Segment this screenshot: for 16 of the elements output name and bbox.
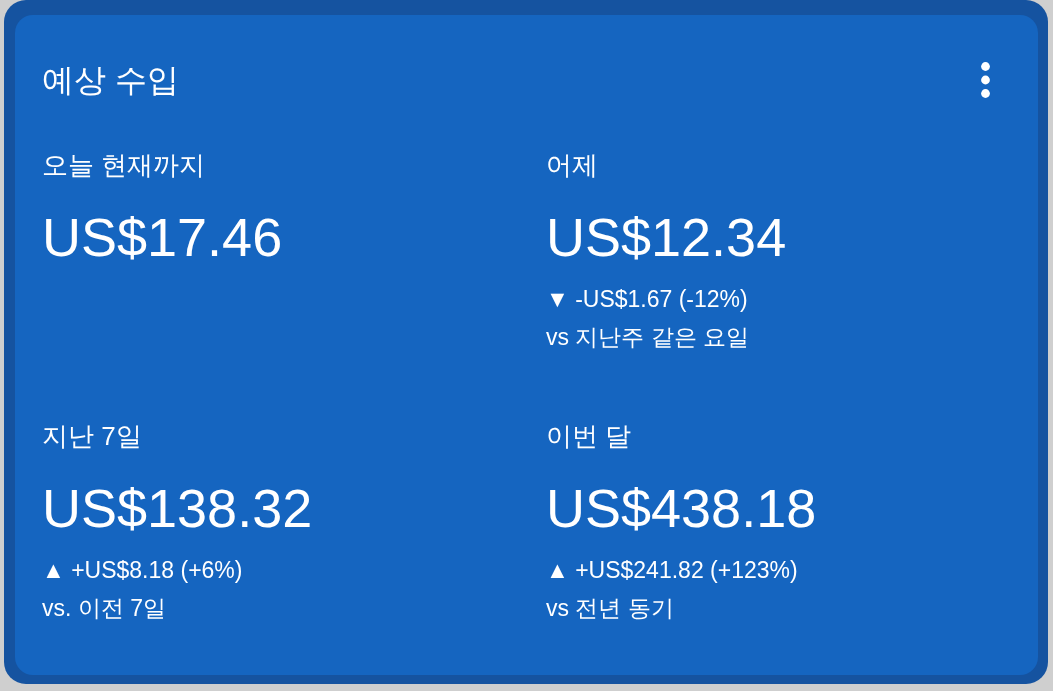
comparison-text: vs 지난주 같은 요일 — [546, 323, 750, 352]
stat-value: US$12.34 — [546, 206, 787, 269]
stat-label: 오늘 현재까지 — [42, 149, 206, 181]
comparison-text: vs 전년 동기 — [546, 594, 674, 623]
change-text: ▲ +US$241.82 (+123%) — [546, 556, 798, 585]
stat-label: 어제 — [546, 149, 598, 181]
stat-label: 이번 달 — [546, 420, 632, 452]
change-text: ▲ +US$8.18 (+6%) — [42, 556, 243, 585]
stat-value: US$138.32 — [42, 477, 313, 540]
card-title: 예상 수입 — [42, 61, 179, 100]
stat-value: US$17.46 — [42, 206, 283, 269]
stat-value: US$438.18 — [546, 477, 817, 540]
more-menu-icon[interactable] — [981, 62, 990, 98]
comparison-text: vs. 이전 7일 — [42, 594, 166, 623]
change-text: ▼ -US$1.67 (-12%) — [546, 285, 748, 314]
stat-label: 지난 7일 — [42, 420, 142, 452]
